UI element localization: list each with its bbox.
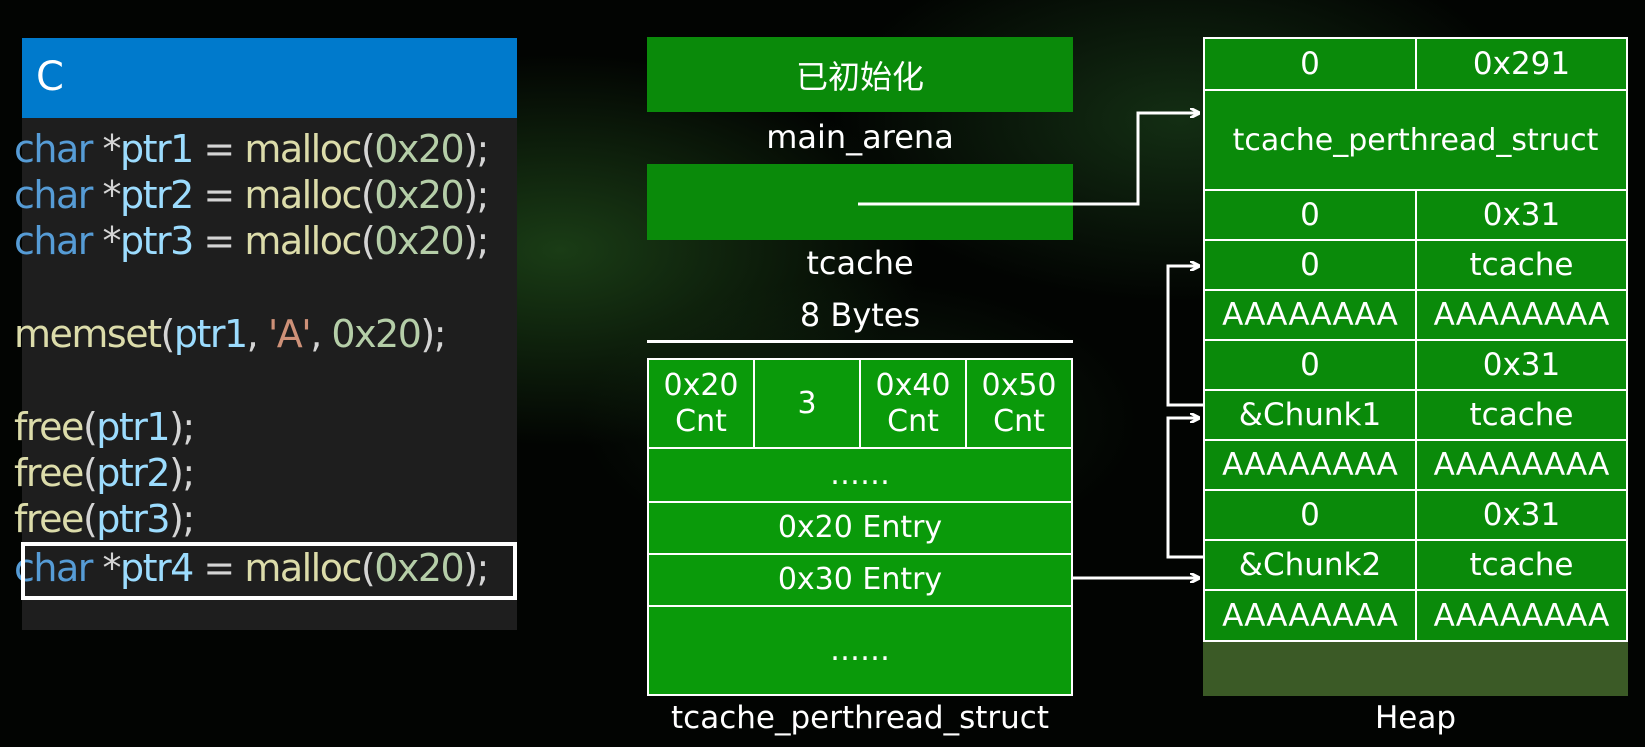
arrow-chunk1-fd [1166,266,1203,407]
arrow-tcache-to-struct [858,113,1198,206]
pointer-arrows [858,0,1203,747]
arrow-chunk2-fd [1166,418,1203,559]
